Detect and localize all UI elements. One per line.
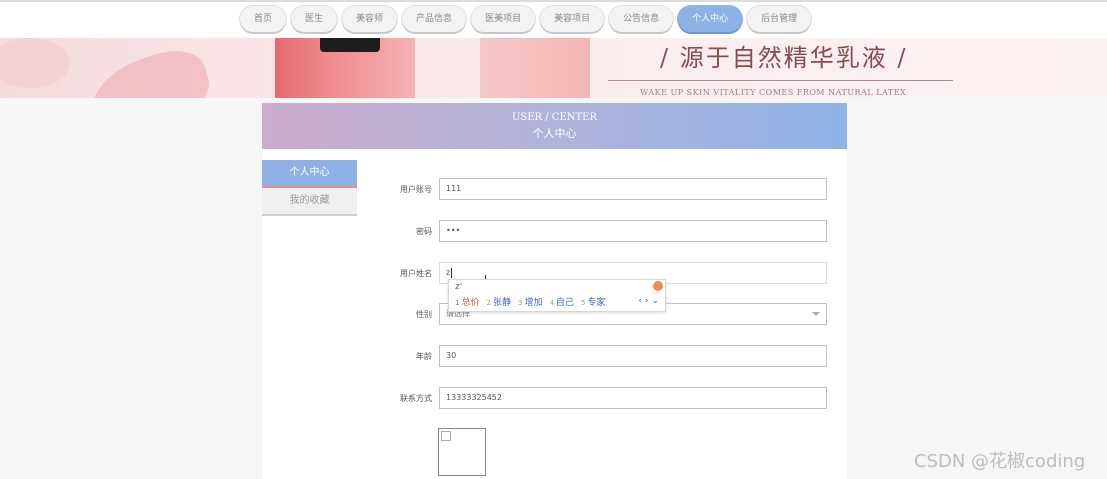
- nav-item-beautician[interactable]: 美容师: [342, 6, 398, 32]
- top-bar: 首页 医生 美容师 产品信息 医美项目 美容项目 公告信息 个人中心 后台管理: [0, 0, 1107, 38]
- sidebar-item-personal-center[interactable]: 个人中心: [262, 160, 357, 188]
- main-nav: 首页 医生 美容师 产品信息 医美项目 美容项目 公告信息 个人中心 后台管理: [240, 6, 812, 32]
- ime-candidate-number: 2: [486, 299, 491, 307]
- banner-divider: [608, 80, 953, 81]
- form-row-account: 用户账号 111: [382, 178, 832, 202]
- nav-item-medical-beauty[interactable]: 医美项目: [471, 6, 536, 32]
- ime-candidate-text: 总价: [461, 298, 480, 308]
- ime-candidate[interactable]: 1 总价: [455, 295, 479, 308]
- petal-decoration: [0, 38, 70, 88]
- ime-candidate-number: 3: [517, 299, 523, 307]
- product-jar-image: [480, 38, 590, 98]
- text-caret: [451, 267, 453, 278]
- form-row-age: 年龄 30: [382, 345, 832, 369]
- ime-candidate-text: 张静: [492, 298, 511, 308]
- password-label: 密码: [416, 227, 432, 236]
- ime-logo-icon: [653, 281, 663, 291]
- account-input[interactable]: 111: [439, 178, 827, 200]
- watermark: CSDN @花椒coding: [914, 451, 1086, 472]
- ime-candidate-number: 4: [549, 299, 554, 307]
- panel-header-cn: 个人中心: [532, 127, 577, 140]
- nav-item-products[interactable]: 产品信息: [402, 6, 467, 32]
- ime-candidate[interactable]: 2 张静: [486, 295, 510, 308]
- ime-candidate-text: 自己: [555, 298, 574, 308]
- petal-decoration: [82, 41, 218, 98]
- ime-candidate-popup: z' 1 总价 2 张静 3 增加 4 自己 5 专家 ‹ › ⌄: [448, 279, 666, 312]
- banner-subtitle: WAKE UP SKIN VITALITY COMES FROM NATURAL…: [640, 88, 907, 97]
- chevron-down-icon: [812, 312, 820, 316]
- name-label: 用户姓名: [400, 269, 432, 278]
- ime-candidate-text: 专家: [587, 298, 606, 308]
- broken-image-icon: [441, 431, 451, 441]
- contact-label: 联系方式: [400, 394, 432, 403]
- nav-item-personal-center[interactable]: 个人中心: [678, 6, 743, 32]
- panel-header: USER / CENTER 个人中心: [262, 103, 847, 149]
- panel-header-en: USER / CENTER: [511, 112, 598, 123]
- ime-page-arrows-icon[interactable]: ‹ › ⌄: [639, 296, 659, 306]
- age-label: 年龄: [416, 352, 432, 361]
- age-input[interactable]: 30: [439, 345, 827, 367]
- sidebar-item-favorites[interactable]: 我的收藏: [262, 188, 357, 216]
- ime-candidate[interactable]: 5 专家: [581, 295, 605, 308]
- account-label: 用户账号: [400, 185, 432, 194]
- password-input[interactable]: •••: [439, 220, 827, 242]
- ime-pinyin: z': [455, 282, 463, 292]
- ime-candidate-text: 增加: [524, 298, 543, 308]
- contact-input[interactable]: 13333325452: [439, 387, 827, 409]
- gender-label: 性别: [416, 310, 432, 319]
- nav-item-home[interactable]: 首页: [240, 6, 287, 32]
- ime-candidate[interactable]: 4 自己: [549, 295, 573, 308]
- banner-title: / 源于自然精华乳液 /: [660, 44, 908, 72]
- ime-candidate-number: 1: [455, 299, 460, 307]
- form-row-password: 密码 •••: [382, 220, 832, 244]
- nav-item-announcements[interactable]: 公告信息: [609, 6, 674, 32]
- sidebar-menu: 个人中心 我的收藏: [262, 160, 357, 216]
- form-row-contact: 联系方式 13333325452: [382, 387, 832, 411]
- product-bottle-cap: [320, 38, 380, 52]
- nav-item-doctor[interactable]: 医生: [291, 6, 338, 32]
- avatar-image-upload[interactable]: [438, 428, 486, 476]
- hero-banner: / 源于自然精华乳液 / WAKE UP SKIN VITALITY COMES…: [0, 38, 1107, 98]
- ime-candidate-number: 5: [580, 299, 586, 307]
- ime-candidates: 1 总价 2 张静 3 增加 4 自己 5 专家: [455, 295, 605, 308]
- nav-item-admin[interactable]: 后台管理: [747, 6, 812, 32]
- name-input-value: z: [446, 268, 451, 277]
- nav-item-beauty-projects[interactable]: 美容项目: [540, 6, 605, 32]
- ime-candidate[interactable]: 3 增加: [518, 295, 542, 308]
